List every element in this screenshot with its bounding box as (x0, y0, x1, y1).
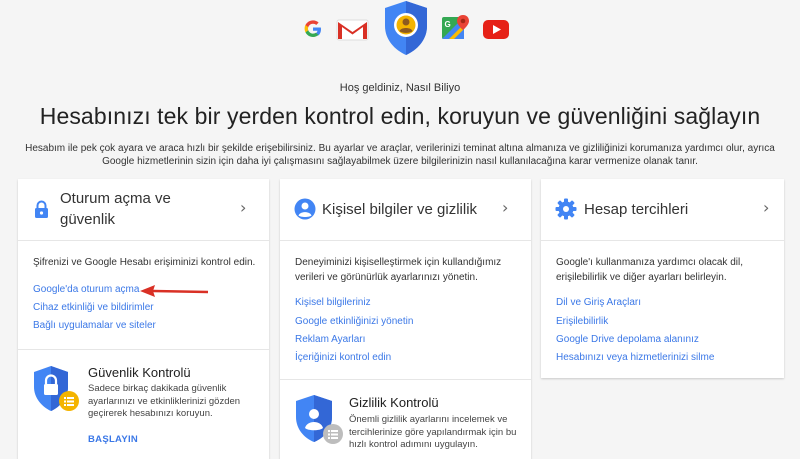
gmail-logo-icon (336, 19, 369, 41)
preferences-card-title: Hesap tercihleri (584, 201, 689, 218)
lock-icon (35, 200, 48, 218)
preferences-card: Hesap tercihleri › Google'ı kullanmanıza… (541, 179, 784, 378)
start-checkup-button[interactable]: BAŞLAYIN (88, 434, 138, 445)
privacy-checkup-title: Gizlilik Kontrolü (349, 395, 439, 410)
red-arrow-annotation (140, 285, 209, 297)
person-icon (294, 198, 316, 220)
privacy-card-description: Deneyiminizi kişiselleştirmek için kulla… (295, 257, 502, 283)
link-ad-settings[interactable]: Reklam Ayarları (295, 334, 365, 345)
preferences-card-header[interactable]: Hesap tercihleri › (541, 179, 784, 241)
security-checkup-shield-icon (34, 366, 79, 411)
privacy-card-title: Kişisel bilgiler ve gizlilik (322, 201, 478, 218)
link-manage-activity[interactable]: Google etkinliğinizi yönetin (295, 316, 413, 327)
security-card-header[interactable]: Oturum açma ve güvenlik › (18, 179, 269, 241)
privacy-card-divider (280, 379, 531, 380)
chevron-right-icon[interactable]: › (502, 198, 508, 217)
link-delete-account[interactable]: Hesabınızı veya hizmetlerinizi silme (556, 352, 714, 363)
privacy-card: Kişisel bilgiler ve gizlilik › Deneyimin… (280, 179, 531, 459)
page-title: Hesabınızı tek bir yerden kontrol edin, … (39, 103, 761, 129)
app-icons-bar: G (0, 0, 800, 58)
link-personal-info[interactable]: Kişisel bilgileriniz (295, 297, 371, 308)
security-card-divider (18, 349, 269, 350)
privacy-card-header[interactable]: Kişisel bilgiler ve gizlilik › (280, 179, 531, 241)
privacy-checkup-shield-icon (296, 395, 343, 444)
preferences-card-description: Google'ı kullanmanıza yardımcı olacak di… (556, 257, 743, 283)
intro-paragraph: Hesabım ile pek çok ayara ve araca hızlı… (25, 143, 775, 167)
security-checkup-description: Sadece birkaç dakikada güvenlik ayarları… (88, 383, 241, 419)
link-language-input[interactable]: Dil ve Giriş Araçları (556, 297, 641, 308)
link-control-content[interactable]: İçeriğinizi kontrol edin (295, 352, 391, 363)
chevron-right-icon[interactable]: › (240, 198, 246, 217)
security-card-description: Şifrenizi ve Google Hesabı erişiminizi k… (33, 257, 256, 268)
link-device-activity[interactable]: Cihaz etkinliği ve bildirimler (33, 302, 154, 313)
link-connected-apps[interactable]: Bağlı uygulamalar ve siteler (33, 320, 156, 331)
chevron-right-icon[interactable]: › (763, 198, 769, 217)
gear-icon (555, 198, 577, 220)
privacy-checkup-description: Önemli gizlilik ayarlarını incelemek ve … (349, 414, 517, 450)
youtube-logo-icon (483, 20, 509, 39)
svg-text:G: G (445, 20, 451, 29)
maps-logo-icon: G (442, 15, 469, 39)
security-shield-avatar-icon (385, 1, 427, 55)
google-logo-icon (304, 20, 321, 37)
security-checkup-title: Güvenlik Kontrolü (88, 365, 191, 380)
welcome-text: Hoş geldiniz, Nasıl Biliyo (339, 82, 461, 94)
link-accessibility[interactable]: Erişilebilirlik (556, 316, 608, 327)
link-drive-storage[interactable]: Google Drive depolama alanınız (556, 334, 699, 345)
security-card-title: Oturum açma ve güvenlik (60, 190, 171, 228)
link-google-signin[interactable]: Google'da oturum açma (33, 284, 139, 295)
security-card: Oturum açma ve güvenlik › Şifrenizi ve G… (18, 179, 269, 459)
